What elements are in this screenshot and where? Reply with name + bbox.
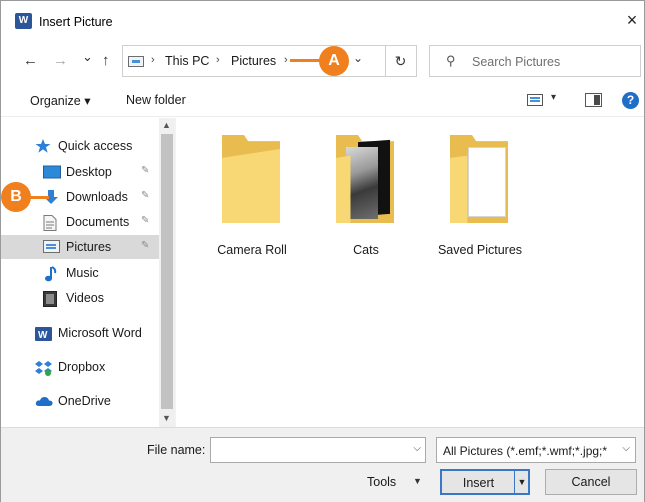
forward-arrow-icon[interactable]: → — [53, 51, 68, 71]
bottom-panel: File name: ⌵ All Pictures (*.emf;*.wmf;*… — [1, 427, 644, 502]
sidebar-item-videos[interactable]: Videos — [1, 286, 159, 310]
file-type-filter-select[interactable]: All Pictures (*.emf;*.wmf;*.jpg;* ⌵ — [436, 437, 636, 463]
navigation-pane: Quick access Desktop ✎ Downloads ✎ Docum… — [1, 118, 175, 427]
cancel-button[interactable]: Cancel — [545, 469, 637, 495]
file-list-pane: Camera Roll Cats Saved Pictures — [176, 118, 644, 427]
command-toolbar: Organize ▾ New folder ▾ ? — [1, 83, 644, 117]
insert-picture-dialog: W Insert Picture × ← → ⌄ ↑ › This PC › P… — [0, 0, 645, 502]
cat-photo-thumbnail — [346, 147, 378, 219]
sidebar-item-label: Documents — [66, 215, 130, 229]
insert-options-dropdown-icon[interactable]: ▼ — [514, 470, 529, 494]
file-name-dropdown-icon[interactable]: ⌵ — [413, 443, 421, 454]
sidebar-item-microsoft-word[interactable]: W Microsoft Word — [1, 321, 159, 345]
folder-label: Camera Roll — [217, 243, 287, 257]
sidebar-item-onedrive[interactable]: OneDrive — [1, 389, 159, 413]
sidebar-item-documents[interactable]: Documents ✎ — [1, 210, 159, 234]
callout-badge-a: A — [319, 46, 349, 76]
title-bar: W Insert Picture × — [1, 1, 644, 41]
paper-thumbnail — [468, 147, 506, 217]
this-pc-icon — [128, 56, 144, 67]
pin-icon[interactable]: ✎ — [141, 215, 149, 226]
tools-dropdown-icon[interactable]: ▼ — [413, 476, 422, 486]
sidebar-item-label: OneDrive — [58, 394, 111, 408]
sidebar-item-label: Videos — [66, 291, 104, 305]
insert-button[interactable]: Insert ▼ — [440, 469, 530, 495]
preview-pane-icon[interactable] — [585, 93, 602, 107]
folder-item-camera-roll[interactable]: Camera Roll — [197, 132, 307, 257]
breadcrumb-this-pc[interactable]: This PC — [165, 54, 209, 68]
address-dropdown-icon[interactable]: ⌄ — [353, 51, 363, 65]
folder-icon — [336, 135, 394, 223]
folder-item-cats[interactable]: Cats — [311, 132, 421, 257]
close-button[interactable]: × — [620, 9, 644, 33]
breadcrumb-separator-icon[interactable]: › — [151, 54, 155, 66]
music-icon — [43, 266, 59, 282]
file-name-combobox[interactable]: ⌵ — [210, 437, 426, 463]
back-arrow-icon[interactable]: ← — [23, 51, 38, 71]
sidebar-item-quick-access[interactable]: Quick access — [1, 134, 159, 158]
scroll-down-icon[interactable]: ▼ — [162, 413, 171, 423]
scrollbar-thumb[interactable] — [161, 134, 173, 409]
star-icon — [35, 139, 51, 153]
sidebar-item-label: Quick access — [58, 139, 133, 153]
refresh-button[interactable]: ↻ — [385, 45, 417, 77]
word-app-icon: W — [15, 13, 32, 29]
tools-button[interactable]: Tools — [367, 475, 396, 489]
file-name-label: File name: — [147, 443, 206, 457]
breadcrumb-separator-icon[interactable]: › — [216, 54, 220, 66]
onedrive-icon — [35, 394, 53, 408]
recent-locations-chevron-icon[interactable]: ⌄ — [82, 47, 93, 67]
sidebar-item-music[interactable]: Music — [1, 261, 159, 285]
svg-text:W: W — [38, 330, 48, 341]
sidebar-item-pictures[interactable]: Pictures ✎ — [1, 235, 159, 259]
sidebar-scrollbar[interactable]: ▲ ▼ — [159, 118, 175, 427]
sidebar-item-label: Music — [66, 266, 99, 280]
folder-icon — [222, 135, 280, 223]
sidebar-item-dropbox[interactable]: Dropbox — [1, 355, 159, 379]
change-view-icon[interactable] — [527, 94, 543, 106]
word-icon: W — [35, 326, 52, 341]
sidebar-item-label: Downloads — [66, 190, 128, 204]
desktop-icon — [43, 165, 61, 179]
scroll-up-icon[interactable]: ▲ — [162, 120, 171, 130]
up-arrow-icon[interactable]: ↑ — [102, 51, 110, 71]
pictures-icon — [43, 240, 60, 254]
pin-icon[interactable]: ✎ — [141, 190, 149, 201]
sidebar-item-label: Microsoft Word — [58, 326, 142, 340]
search-box[interactable]: ⚲ Search Pictures — [429, 45, 641, 77]
view-options-dropdown-icon[interactable]: ▾ — [551, 92, 556, 103]
help-icon[interactable]: ? — [622, 92, 639, 109]
breadcrumb-separator-icon[interactable]: › — [284, 54, 288, 66]
search-icon: ⚲ — [446, 53, 456, 68]
search-placeholder: Search Pictures — [472, 55, 561, 69]
sidebar-item-desktop[interactable]: Desktop ✎ — [1, 160, 159, 184]
sidebar-item-label: Desktop — [66, 165, 112, 179]
window-title: Insert Picture — [39, 15, 113, 29]
organize-button[interactable]: Organize ▾ — [30, 93, 90, 108]
file-name-input[interactable] — [211, 438, 406, 462]
document-icon — [43, 215, 59, 231]
pin-icon[interactable]: ✎ — [141, 165, 149, 176]
sidebar-item-label: Dropbox — [58, 360, 106, 374]
refresh-icon: ↻ — [394, 53, 407, 69]
new-folder-button[interactable]: New folder — [126, 93, 186, 107]
folder-label: Saved Pictures — [437, 243, 523, 257]
folder-label: Cats — [353, 243, 379, 257]
callout-badge-b: B — [1, 182, 31, 212]
pin-icon[interactable]: ✎ — [141, 240, 149, 251]
folder-item-saved-pictures[interactable]: Saved Pictures — [425, 132, 535, 257]
folder-icon — [450, 135, 508, 223]
insert-button-label: Insert — [462, 476, 495, 490]
file-type-dropdown-icon[interactable]: ⌵ — [622, 443, 630, 454]
breadcrumb-pictures[interactable]: Pictures — [231, 54, 276, 68]
sidebar-item-label: Pictures — [66, 240, 112, 254]
file-type-filter-value: All Pictures (*.emf;*.wmf;*.jpg;* — [443, 444, 608, 458]
dropbox-icon — [35, 360, 52, 376]
videos-icon — [43, 291, 59, 307]
